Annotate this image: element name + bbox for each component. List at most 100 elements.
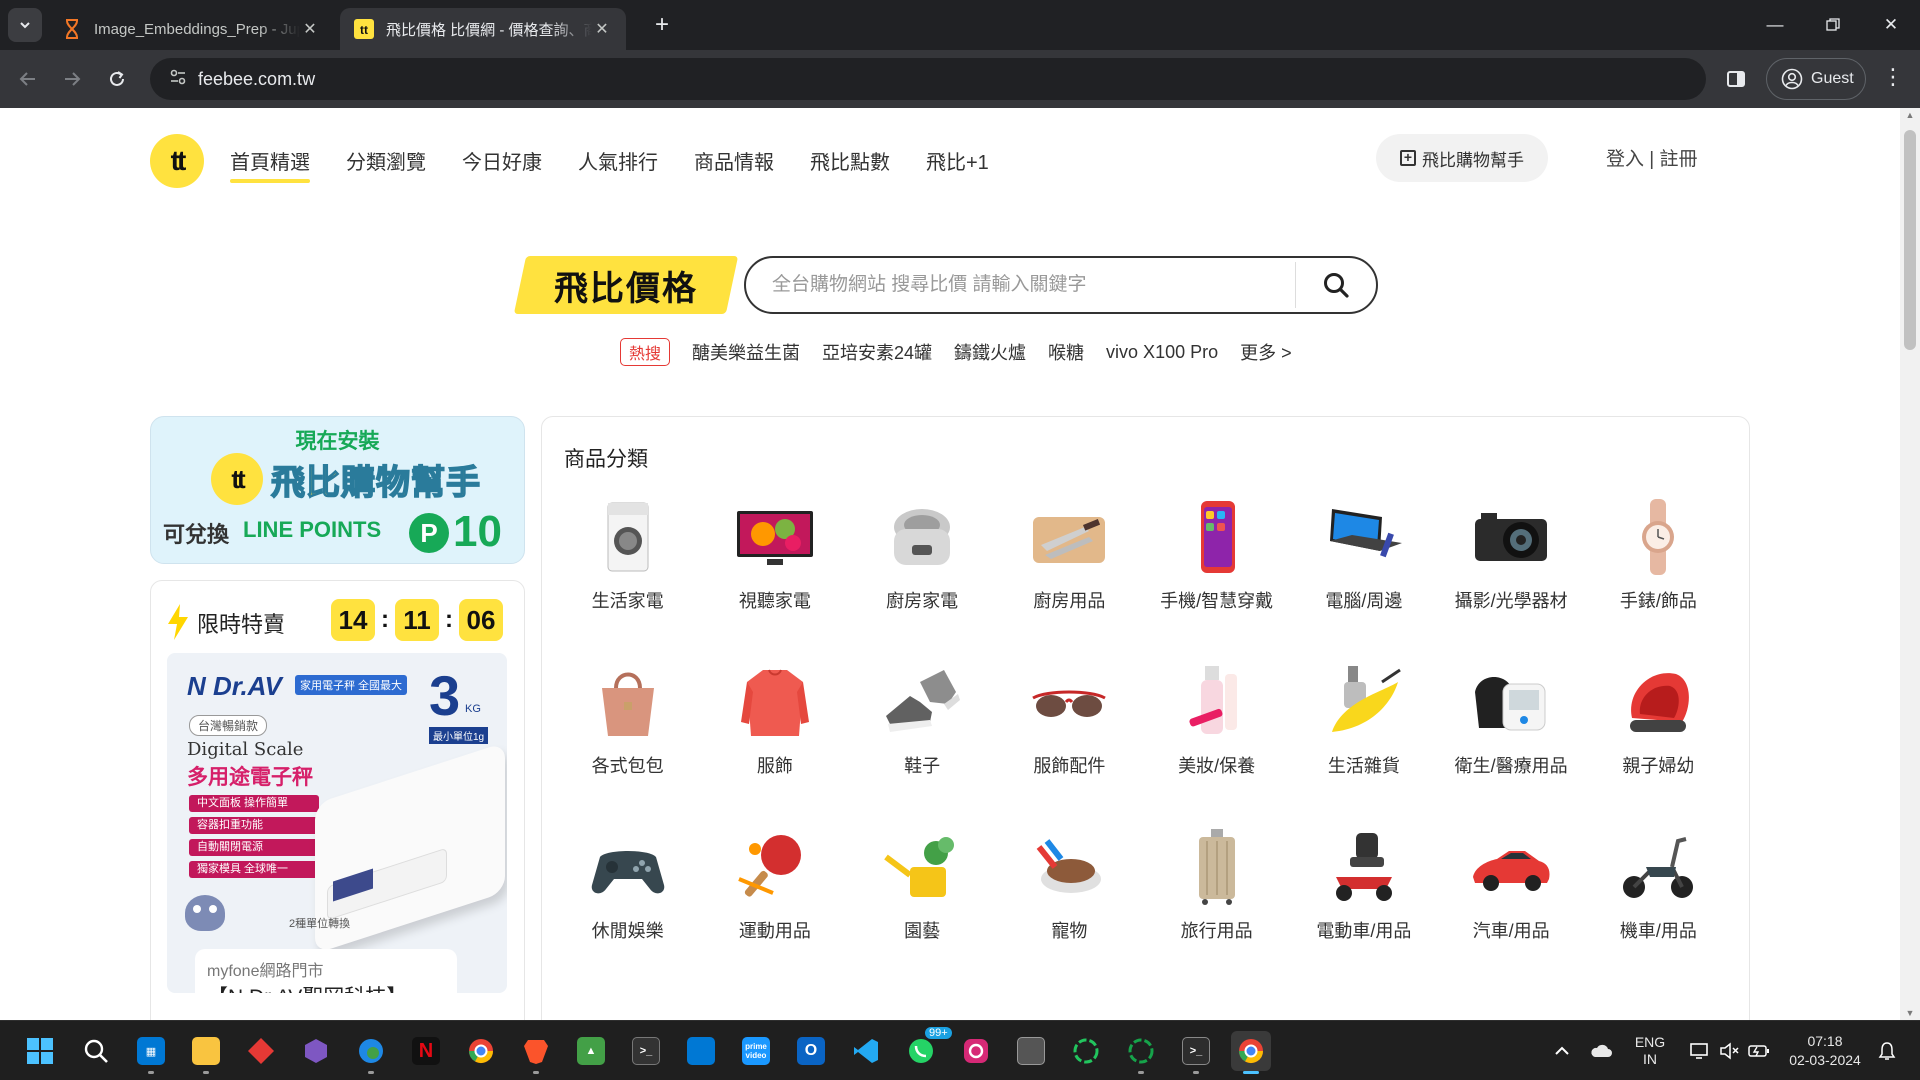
category-item[interactable]: 攝影/光學器材: [1438, 497, 1585, 662]
category-item[interactable]: 生活雜貨: [1290, 662, 1437, 827]
nav-deals[interactable]: 今日好康: [462, 146, 542, 183]
page-scrollbar[interactable]: ▲ ▼: [1900, 108, 1920, 1020]
product-name[interactable]: 【N Dr.AV聖岡科技】MA-7L 日式大型多用途電子秤: [207, 983, 445, 993]
category-item[interactable]: 美妝/保養: [1143, 662, 1290, 827]
category-item[interactable]: 親子婦幼: [1585, 662, 1732, 827]
scroll-up-icon[interactable]: ▲: [1904, 110, 1916, 120]
category-item[interactable]: 機車/用品: [1585, 827, 1732, 992]
install-helper-banner[interactable]: 現在安裝 tt 飛比購物幫手 可兌換 LINE POINTS P 10: [150, 416, 525, 564]
scroll-down-icon[interactable]: ▼: [1904, 1008, 1916, 1018]
taskbar-chrome[interactable]: [461, 1031, 501, 1071]
category-item[interactable]: 視聽家電: [701, 497, 848, 662]
taskbar-store[interactable]: ▦: [131, 1031, 171, 1074]
category-item[interactable]: 服飾: [701, 662, 848, 827]
battery-icon[interactable]: [1744, 1021, 1774, 1080]
scrollbar-thumb[interactable]: [1904, 130, 1916, 350]
search-button[interactable]: [1296, 258, 1376, 312]
network-icon[interactable]: [1684, 1021, 1714, 1080]
profile-button[interactable]: Guest: [1766, 58, 1866, 100]
category-item[interactable]: 服飾配件: [996, 662, 1143, 827]
category-item[interactable]: 鞋子: [849, 662, 996, 827]
category-item[interactable]: 旅行用品: [1143, 827, 1290, 992]
nav-plus-one[interactable]: 飛比+1: [926, 146, 989, 183]
side-panel-icon[interactable]: [1722, 65, 1750, 93]
nav-categories[interactable]: 分類瀏覽: [346, 146, 426, 183]
volume-muted-icon[interactable]: [1714, 1021, 1744, 1080]
category-item[interactable]: 生活家電: [554, 497, 701, 662]
notification-bell-icon[interactable]: [1870, 1021, 1904, 1080]
taskbar-search[interactable]: [76, 1031, 116, 1071]
onedrive-cloud-icon[interactable]: [1584, 1021, 1618, 1080]
category-item[interactable]: 汽車/用品: [1438, 827, 1585, 992]
nav-points[interactable]: 飛比點數: [810, 146, 890, 183]
taskbar-prime-video[interactable]: prime video: [736, 1031, 776, 1071]
taskbar-chrome-active[interactable]: [1231, 1031, 1271, 1074]
category-item[interactable]: 園藝: [849, 827, 996, 992]
taskbar-terminal[interactable]: >_: [626, 1031, 666, 1071]
category-item[interactable]: 廚房用品: [996, 497, 1143, 662]
taskbar-app[interactable]: [681, 1031, 721, 1071]
taskbar-app[interactable]: [241, 1031, 281, 1071]
shopping-helper-button[interactable]: + 飛比購物幫手: [1376, 134, 1548, 182]
login-register-link[interactable]: 登入 | 註冊: [1606, 144, 1698, 171]
minimize-icon[interactable]: —: [1746, 0, 1804, 50]
more-menu-icon[interactable]: ⋮: [1878, 64, 1908, 90]
taskbar-app[interactable]: [296, 1031, 336, 1071]
start-button[interactable]: [20, 1031, 60, 1071]
hot-search-term[interactable]: 喉糖: [1048, 339, 1084, 365]
product-image[interactable]: N Dr.AV 家用電子秤 全國最大 3 KG 最小單位1g 台灣暢銷款 Dig…: [167, 653, 507, 993]
category-item[interactable]: 手錶/飾品: [1585, 497, 1732, 662]
taskbar-file-explorer[interactable]: [186, 1031, 226, 1074]
taskbar-instagram[interactable]: [956, 1031, 996, 1071]
browser-tab-feebee[interactable]: tt 飛比價格 比價網 - 價格查詢、商品比價 ✕: [340, 8, 626, 50]
clock[interactable]: 07:18 02-03-2024: [1780, 1021, 1870, 1080]
close-tab-icon[interactable]: ✕: [592, 19, 612, 39]
site-settings-icon[interactable]: [158, 68, 198, 91]
close-window-icon[interactable]: ✕: [1862, 0, 1920, 50]
restore-icon[interactable]: [1804, 0, 1862, 50]
new-tab-button[interactable]: +: [644, 10, 680, 40]
taskbar-terminal[interactable]: >_: [1176, 1031, 1216, 1074]
category-item[interactable]: 運動用品: [701, 827, 848, 992]
taskbar-whatsapp[interactable]: 99+: [901, 1025, 954, 1071]
nav-ranking[interactable]: 人氣排行: [578, 146, 658, 183]
hot-search-term[interactable]: 醣美樂益生菌: [692, 339, 800, 365]
taskbar-app[interactable]: [1011, 1031, 1051, 1071]
taskbar-vscode[interactable]: [846, 1031, 886, 1071]
category-item[interactable]: 衛生/醫療用品: [1438, 662, 1585, 827]
category-item[interactable]: 手機/智慧穿戴: [1143, 497, 1290, 662]
category-item[interactable]: 寵物: [996, 827, 1143, 992]
hot-search-term[interactable]: 亞培安素24罐: [822, 339, 932, 365]
back-arrow-icon[interactable]: [10, 61, 46, 97]
taskbar-app[interactable]: [1121, 1031, 1161, 1074]
nav-news[interactable]: 商品情報: [694, 146, 774, 183]
brand-logo-text[interactable]: 飛比價格: [520, 256, 732, 314]
language-indicator[interactable]: ENG IN: [1630, 1021, 1670, 1080]
category-item[interactable]: 各式包包: [554, 662, 701, 827]
forward-arrow-icon[interactable]: [54, 61, 90, 97]
hot-search-term[interactable]: vivo X100 Pro: [1106, 342, 1218, 363]
feebee-logo[interactable]: tt: [150, 134, 204, 188]
taskbar-brave[interactable]: [516, 1031, 556, 1074]
close-tab-icon[interactable]: ✕: [300, 19, 320, 39]
category-item[interactable]: 電動車/用品: [1290, 827, 1437, 992]
reload-icon[interactable]: [99, 61, 135, 97]
hot-search-term[interactable]: 鑄鐵火爐: [954, 339, 1026, 365]
browser-tab-jupyter[interactable]: Image_Embeddings_Prep - Jupyter ✕: [48, 8, 334, 50]
nav-home[interactable]: 首頁精選: [230, 146, 310, 183]
category-item[interactable]: 廚房家電: [849, 497, 996, 662]
chrome-icon: [469, 1039, 493, 1064]
tab-search-button[interactable]: [8, 8, 42, 42]
taskbar-edge[interactable]: [351, 1031, 391, 1074]
category-item[interactable]: 休閒娛樂: [554, 827, 701, 992]
search-input[interactable]: [746, 274, 1295, 296]
show-hidden-icons-chevron-icon[interactable]: [1548, 1021, 1576, 1080]
taskbar-photos[interactable]: ▲: [571, 1031, 611, 1071]
hot-search-more-link[interactable]: 更多 >: [1240, 339, 1292, 365]
address-bar[interactable]: feebee.com.tw: [150, 58, 1706, 100]
taskbar-app[interactable]: [1066, 1031, 1106, 1071]
product-info-card[interactable]: myfone網路門市 【N Dr.AV聖岡科技】MA-7L 日式大型多用途電子秤: [195, 949, 457, 993]
taskbar-outlook[interactable]: O: [791, 1031, 831, 1071]
taskbar-netflix[interactable]: N: [406, 1031, 446, 1071]
category-item[interactable]: 電腦/周邊: [1290, 497, 1437, 662]
